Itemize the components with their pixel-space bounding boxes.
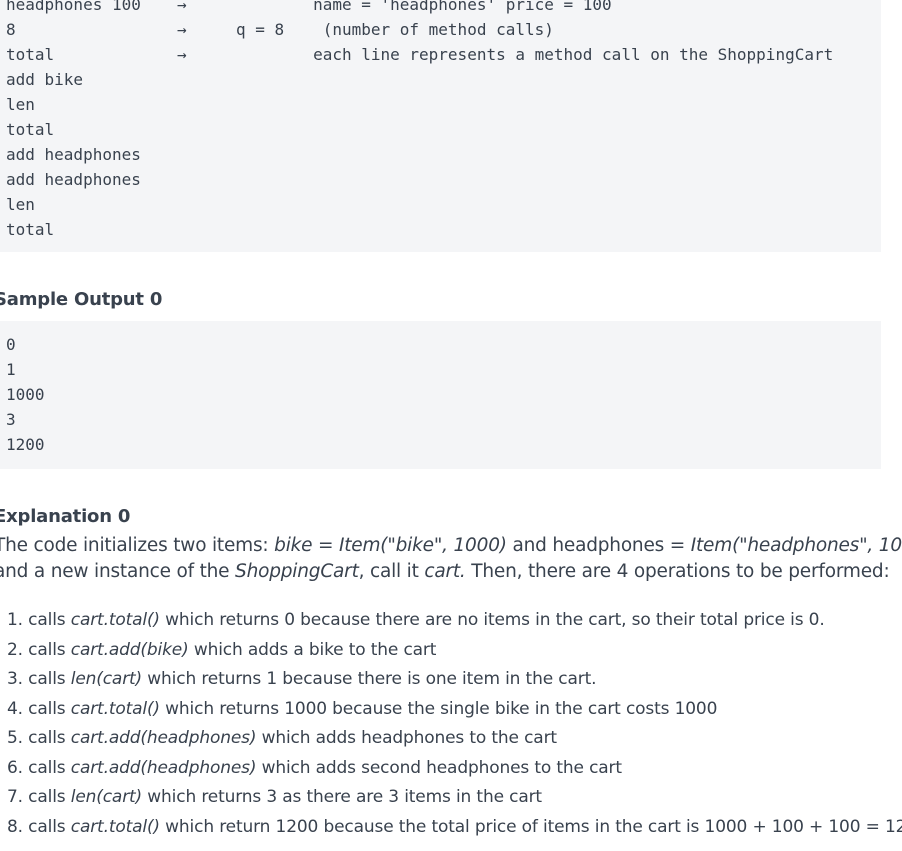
step-text: which returns 0 because there are no ite…	[159, 610, 825, 630]
text: and headphones =	[506, 535, 691, 556]
input-line: total	[6, 45, 55, 64]
code-ref: cart.total()	[70, 816, 160, 837]
code-ref: Item("headphones", 100),	[690, 535, 902, 556]
step-text: which return 1200 because the total pric…	[159, 816, 902, 837]
step-text: which returns 1000 because the single bi…	[159, 698, 718, 719]
list-item: 4. calls cart.total() which returns 1000…	[7, 695, 902, 725]
step-prefix: 3. calls	[7, 669, 71, 689]
step-text: which returns 3 as there are 3 items in …	[142, 787, 542, 807]
explanation-line-1: The code initializes two items: bike = I…	[0, 533, 902, 559]
code-ref: cart.add(headphones)	[70, 728, 257, 748]
output-line: 1200	[6, 435, 45, 454]
input-line: len	[6, 195, 35, 214]
input-line: add headphones	[6, 145, 141, 164]
code-ref: cart.	[424, 561, 466, 582]
text: , call it	[358, 561, 425, 582]
code-ref: ShoppingCart	[235, 561, 359, 582]
step-text: which adds a bike to the cart	[188, 639, 437, 660]
operation-list: 1. calls cart.total() which returns 0 be…	[7, 606, 902, 842]
arrow-icon: →	[177, 20, 187, 39]
step-prefix: 8. calls	[7, 816, 71, 837]
input-line: len	[6, 95, 35, 114]
code-ref: bike = Item("bike", 1000)	[274, 535, 507, 556]
output-line: 0	[6, 335, 16, 354]
list-item: 6. calls cart.add(headphones) which adds…	[7, 754, 902, 784]
text: Then, there are 4 operations to be perfo…	[465, 561, 890, 582]
step-prefix: 1. calls	[7, 610, 71, 630]
step-prefix: 2. calls	[7, 639, 71, 660]
input-line: total	[6, 220, 55, 239]
step-prefix: 6. calls	[7, 757, 71, 778]
input-annotation: name = 'headphones' price = 100	[236, 0, 612, 14]
explanation-heading: Explanation 0	[0, 506, 131, 527]
explanation-line-2: and a new instance of the ShoppingCart, …	[0, 559, 902, 585]
input-line: total	[6, 120, 55, 139]
output-line: 3	[6, 410, 16, 429]
code-ref: cart.total()	[70, 698, 160, 719]
list-item: 1. calls cart.total() which returns 0 be…	[7, 606, 902, 636]
list-item: 7. calls len(cart) which returns 3 as th…	[7, 783, 902, 813]
list-item: 8. calls cart.total() which return 1200 …	[7, 813, 902, 843]
code-ref: len(cart)	[70, 669, 143, 689]
code-ref: cart.add(headphones)	[70, 757, 257, 778]
step-prefix: 5. calls	[7, 728, 71, 748]
code-ref: cart.total()	[70, 610, 160, 630]
input-annotation: q = 8 (number of method calls)	[236, 20, 554, 39]
arrow-icon: →	[177, 45, 187, 64]
step-text: which adds headphones to the cart	[256, 728, 557, 748]
code-ref: len(cart)	[70, 787, 143, 807]
input-annotation: each line represents a method call on th…	[236, 45, 834, 64]
arrow-icon: →	[177, 0, 187, 14]
input-line: add bike	[6, 70, 84, 89]
list-item: 5. calls cart.add(headphones) which adds…	[7, 724, 902, 754]
step-prefix: 4. calls	[7, 698, 71, 719]
explanation-paragraph: The code initializes two items: bike = I…	[0, 533, 902, 585]
output-line: 1000	[6, 385, 45, 404]
input-line: 8	[6, 20, 16, 39]
sample-input-block: headphones 100 → name = 'headphones' pri…	[0, 0, 881, 252]
text: The code initializes two items:	[0, 535, 275, 556]
sample-output-block: 0 1 1000 3 1200	[0, 321, 881, 469]
step-text: which adds second headphones to the cart	[256, 757, 622, 778]
sample-output-heading: Sample Output 0	[0, 289, 163, 310]
input-line: headphones 100	[6, 0, 141, 14]
step-text: which returns 1 because there is one ite…	[142, 669, 597, 689]
list-item: 2. calls cart.add(bike) which adds a bik…	[7, 636, 902, 666]
text: and a new instance of the	[0, 561, 236, 582]
output-line: 1	[6, 360, 16, 379]
list-item: 3. calls len(cart) which returns 1 becau…	[7, 665, 902, 695]
code-ref: cart.add(bike)	[70, 639, 189, 660]
input-line: add headphones	[6, 170, 141, 189]
step-prefix: 7. calls	[7, 787, 71, 807]
